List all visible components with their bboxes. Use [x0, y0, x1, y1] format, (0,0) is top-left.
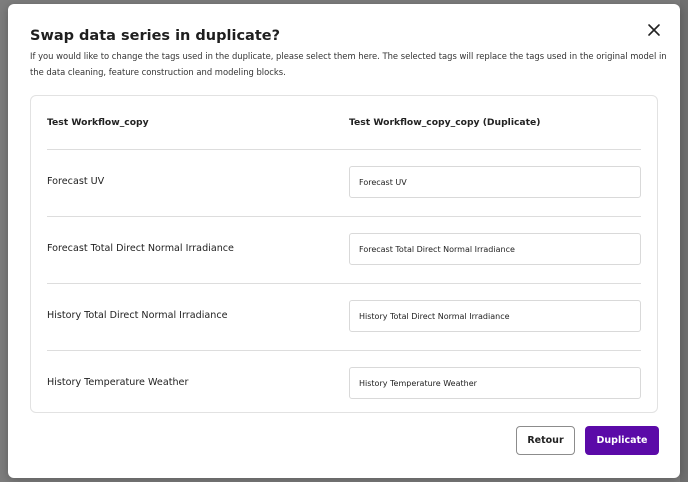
row-divider	[47, 283, 641, 284]
background-page-edge	[680, 0, 688, 482]
target-tag-input[interactable]	[349, 233, 641, 265]
tag-mapping-table: Test Workflow_copy Test Workflow_copy_co…	[30, 95, 658, 413]
dialog-description: If you would like to change the tags use…	[30, 51, 667, 77]
dialog-title: Swap data series in duplicate?	[30, 28, 280, 44]
target-tag-input[interactable]	[349, 166, 641, 198]
back-button[interactable]: Retour	[516, 426, 575, 455]
source-tag-label: Forecast Total Direct Normal Irradiance	[47, 243, 234, 254]
close-icon[interactable]	[646, 22, 662, 38]
source-tag-label: History Temperature Weather	[47, 377, 189, 388]
swap-series-dialog: Swap data series in duplicate? If you wo…	[8, 4, 680, 478]
source-tag-label: Forecast UV	[47, 176, 105, 187]
target-tag-input[interactable]	[349, 367, 641, 399]
source-tag-label: History Total Direct Normal Irradiance	[47, 310, 228, 321]
target-tag-input[interactable]	[349, 300, 641, 332]
duplicate-button[interactable]: Duplicate	[585, 426, 659, 455]
row-divider	[47, 350, 641, 351]
header-divider	[47, 149, 641, 150]
row-divider	[47, 216, 641, 217]
target-column-header: Test Workflow_copy_copy (Duplicate)	[349, 117, 541, 128]
source-column-header: Test Workflow_copy	[47, 117, 149, 128]
